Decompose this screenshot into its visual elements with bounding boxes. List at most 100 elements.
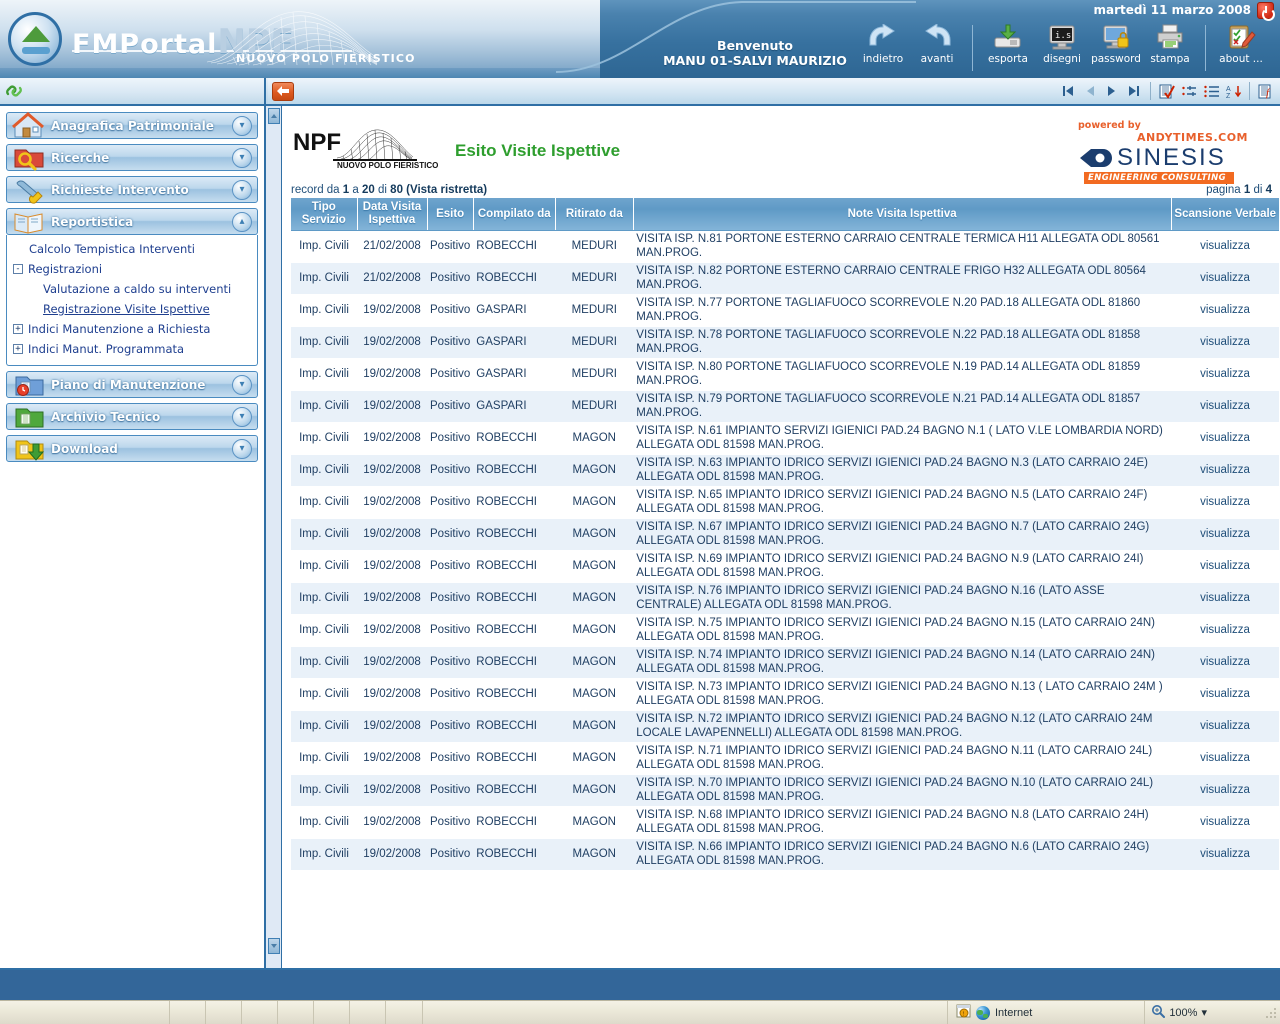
visualizza-link[interactable]: visualizza	[1200, 528, 1250, 540]
collapse-toggle-icon[interactable]: -	[13, 264, 23, 274]
column-header-esito[interactable]: Esito	[427, 198, 474, 231]
function-icon[interactable]: f	[1256, 81, 1276, 101]
chevron-down-icon[interactable]: ▾	[232, 116, 252, 136]
visualizza-link[interactable]: visualizza	[1200, 784, 1250, 796]
visualizza-link[interactable]: visualizza	[1200, 304, 1250, 316]
sidebar-item-registrazione-visite-ispettive[interactable]: Registrazione Visite Ispettive	[13, 299, 251, 319]
table-row[interactable]: Imp. Civili 19/02/2008 Positivo ROBECCHI MAG…	[291, 550, 1279, 583]
visualizza-link[interactable]: visualizza	[1200, 624, 1250, 636]
previous-icon[interactable]	[1080, 81, 1100, 101]
visualizza-link[interactable]: visualizza	[1200, 752, 1250, 764]
chevron-down-icon[interactable]: ▾	[232, 407, 252, 427]
table-row[interactable]: Imp. Civili 19/02/2008 Positivo ROBECCHI MAG…	[291, 454, 1279, 487]
toolbar-button-stampa[interactable]: stampa	[1143, 22, 1197, 65]
visualizza-link[interactable]: visualizza	[1200, 688, 1250, 700]
first-icon[interactable]	[1058, 81, 1078, 101]
sidebar-link[interactable]: Registrazioni	[28, 262, 102, 276]
sidebar-group-header-reportistica[interactable]: Reportistica ▴	[6, 208, 258, 235]
sidebar-group-header-ricerche[interactable]: Ricerche ▾	[6, 144, 258, 171]
sidebar-group-header-download[interactable]: Download ▾	[6, 435, 258, 462]
table-row[interactable]: Imp. Civili 21/02/2008 Positivo ROBECCHI MED…	[291, 262, 1279, 295]
table-row[interactable]: Imp. Civili 19/02/2008 Positivo ROBECCHI MAG…	[291, 710, 1279, 743]
expand-toggle-icon[interactable]: +	[13, 324, 23, 334]
toolbar-button-about[interactable]: about ...	[1214, 22, 1268, 65]
splitter-scroll-up-icon[interactable]	[268, 108, 280, 124]
visualizza-link[interactable]: visualizza	[1200, 816, 1250, 828]
table-row[interactable]: Imp. Civili 19/02/2008 Positivo ROBECCHI MAG…	[291, 678, 1279, 711]
table-row[interactable]: Imp. Civili 19/02/2008 Positivo ROBECCHI MAG…	[291, 486, 1279, 519]
sidebar-link[interactable]: Calcolo Tempistica Interventi	[29, 242, 195, 256]
sidebar-group-header-piano[interactable]: Piano di Manutenzione ▾	[6, 371, 258, 398]
column-header-compilato-da[interactable]: Compilato da	[473, 198, 556, 231]
sidebar-item-valutazione-caldo[interactable]: Valutazione a caldo su interventi	[13, 279, 251, 299]
visualizza-link[interactable]: visualizza	[1200, 400, 1250, 412]
chevron-down-icon[interactable]: ▾	[232, 180, 252, 200]
list-icon[interactable]	[1201, 81, 1221, 101]
sidebar-splitter[interactable]	[266, 106, 282, 968]
table-row[interactable]: Imp. Civili 19/02/2008 Positivo GASPARI MEDU…	[291, 326, 1279, 359]
toolbar-button-indietro[interactable]: indietro	[856, 22, 910, 65]
chevron-down-icon[interactable]: ▾	[232, 375, 252, 395]
table-row[interactable]: Imp. Civili 19/02/2008 Positivo ROBECCHI MAG…	[291, 806, 1279, 839]
sort-az-icon[interactable]: A Z	[1223, 81, 1243, 101]
table-row[interactable]: Imp. Civili 21/02/2008 Positivo ROBECCHI MED…	[291, 230, 1279, 263]
chevron-down-icon[interactable]: ▾	[232, 439, 252, 459]
link-chain-icon[interactable]	[5, 82, 23, 104]
column-header-data-visita[interactable]: Data Visita Ispettiva	[357, 198, 428, 231]
visualizza-link[interactable]: visualizza	[1200, 848, 1250, 860]
table-row[interactable]: Imp. Civili 19/02/2008 Positivo ROBECCHI MAG…	[291, 838, 1279, 871]
visualizza-link[interactable]: visualizza	[1200, 272, 1250, 284]
chevron-down-icon[interactable]: ▾	[232, 148, 252, 168]
visualizza-link[interactable]: visualizza	[1200, 592, 1250, 604]
sidebar-item-indici-manutenzione-richiesta[interactable]: + Indici Manutenzione a Richiesta	[13, 319, 251, 339]
visualizza-link[interactable]: visualizza	[1200, 560, 1250, 572]
visualizza-link[interactable]: visualizza	[1200, 336, 1250, 348]
column-header-note-visita[interactable]: Note Visita Ispettiva	[633, 198, 1172, 231]
table-row[interactable]: Imp. Civili 19/02/2008 Positivo ROBECCHI MAG…	[291, 614, 1279, 647]
column-header-scansione-verbale[interactable]: Scansione Verbale	[1171, 198, 1279, 231]
visualizza-link[interactable]: visualizza	[1200, 240, 1250, 252]
table-row[interactable]: Imp. Civili 19/02/2008 Positivo GASPARI MEDU…	[291, 390, 1279, 423]
security-zone[interactable]: ! Internet	[948, 1004, 1040, 1021]
sidebar-group-header-anagrafica[interactable]: Anagrafica Patrimoniale ▾	[6, 112, 258, 139]
table-row[interactable]: Imp. Civili 19/02/2008 Positivo GASPARI MEDU…	[291, 358, 1279, 391]
sidebar-link[interactable]: Valutazione a caldo su interventi	[43, 282, 231, 296]
table-row[interactable]: Imp. Civili 19/02/2008 Positivo ROBECCHI MAG…	[291, 742, 1279, 775]
visualizza-link[interactable]: visualizza	[1200, 368, 1250, 380]
power-off-icon[interactable]	[1257, 1, 1275, 21]
splitter-scroll-down-icon[interactable]	[268, 938, 280, 954]
table-row[interactable]: Imp. Civili 19/02/2008 Positivo ROBECCHI MAG…	[291, 518, 1279, 551]
column-header-tipo-servizio[interactable]: Tipo Servizio	[291, 198, 358, 231]
sidebar-item-calcolo-tempistica[interactable]: Calcolo Tempistica Interventi	[13, 239, 251, 259]
sidebar-item-registrazioni[interactable]: - Registrazioni	[13, 259, 251, 279]
zoom-control[interactable]: 100% ▾	[1145, 1004, 1213, 1021]
visualizza-link[interactable]: visualizza	[1200, 656, 1250, 668]
expand-toggle-icon[interactable]: +	[13, 344, 23, 354]
sidebar-link[interactable]: Indici Manut. Programmata	[28, 342, 184, 356]
filter-icon[interactable]	[1179, 81, 1199, 101]
table-row[interactable]: Imp. Civili 19/02/2008 Positivo ROBECCHI MAG…	[291, 422, 1279, 455]
checklist-icon[interactable]	[1157, 81, 1177, 101]
table-row[interactable]: Imp. Civili 19/02/2008 Positivo GASPARI MEDU…	[291, 294, 1279, 327]
toolbar-button-disegni[interactable]: i.s disegni	[1035, 22, 1089, 65]
table-row[interactable]: Imp. Civili 19/02/2008 Positivo ROBECCHI MAG…	[291, 646, 1279, 679]
sidebar-group-header-archivio[interactable]: Archivio Tecnico ▾	[6, 403, 258, 430]
last-icon[interactable]	[1124, 81, 1144, 101]
resize-grip-icon[interactable]	[1264, 1005, 1278, 1020]
sidebar-link-active[interactable]: Registrazione Visite Ispettive	[43, 302, 210, 316]
sidebar-link[interactable]: Indici Manutenzione a Richiesta	[28, 322, 210, 336]
toolbar-button-avanti[interactable]: avanti	[910, 22, 964, 65]
visualizza-link[interactable]: visualizza	[1200, 720, 1250, 732]
caret-down-icon[interactable]: ▾	[1201, 1006, 1207, 1019]
column-header-ritirato-da[interactable]: Ritirato da	[555, 198, 634, 231]
sidebar-group-header-richieste[interactable]: Richieste Intervento ▾	[6, 176, 258, 204]
toolbar-button-password[interactable]: password	[1089, 22, 1143, 65]
chevron-up-icon[interactable]: ▴	[232, 212, 252, 232]
sidebar-item-indici-manut-programmata[interactable]: + Indici Manut. Programmata	[13, 339, 251, 359]
visualizza-link[interactable]: visualizza	[1200, 464, 1250, 476]
table-row[interactable]: Imp. Civili 19/02/2008 Positivo ROBECCHI MAG…	[291, 582, 1279, 615]
table-row[interactable]: Imp. Civili 19/02/2008 Positivo ROBECCHI MAG…	[291, 774, 1279, 807]
back-arrow-icon[interactable]	[272, 81, 294, 101]
visualizza-link[interactable]: visualizza	[1200, 496, 1250, 508]
next-icon[interactable]	[1102, 81, 1122, 101]
